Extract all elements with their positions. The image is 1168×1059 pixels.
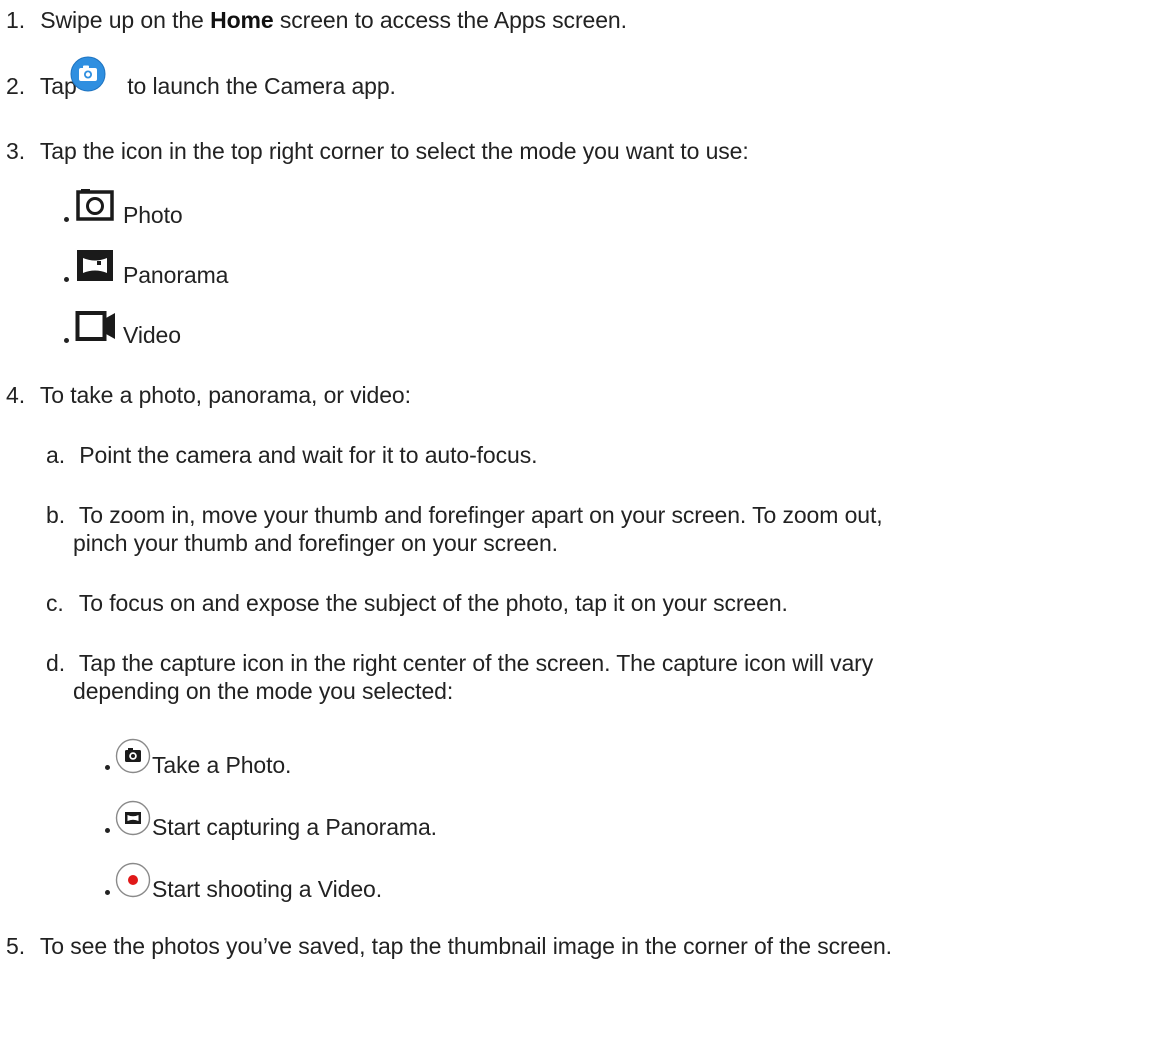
capture-label: Take a Photo. — [152, 752, 292, 778]
instructions-document: 1. Swipe up on the Home screen to access… — [0, 0, 1168, 1059]
capture-panorama-icon — [115, 800, 151, 836]
substep-text: Tap the capture icon in the right center… — [78, 650, 874, 676]
step-4: 4. To take a photo, panorama, or video: — [6, 380, 411, 410]
photo-mode-icon — [76, 189, 114, 221]
substep-d: d. Tap the capture icon in the right cen… — [46, 648, 873, 678]
capture-label: Start capturing a Panorama. — [152, 814, 437, 840]
substep-b: b. To zoom in, move your thumb and foref… — [46, 500, 883, 530]
bullet — [105, 765, 110, 770]
panorama-mode-icon — [77, 250, 113, 281]
substep-text: To focus on and expose the subject of th… — [78, 590, 788, 616]
substep-text-continued: depending on the mode you selected: — [73, 678, 454, 704]
substep-letter: d. — [46, 650, 65, 676]
step-number: 2. — [6, 73, 25, 99]
step-number: 3. — [6, 138, 25, 164]
step-text: screen to access the Apps screen. — [279, 7, 627, 33]
mode-label: Panorama — [123, 262, 229, 288]
step-text: To take a photo, panorama, or video: — [39, 382, 411, 408]
step-text: Tap the icon in the top right corner to … — [39, 138, 749, 164]
step-3: 3. Tap the icon in the top right corner … — [6, 136, 749, 166]
home-term: Home — [210, 7, 274, 33]
step-number: 1. — [6, 7, 25, 33]
step-5: 5. To see the photos you’ve saved, tap t… — [6, 931, 892, 961]
substep-text-continued: pinch your thumb and forefinger on your … — [73, 530, 558, 556]
bullet — [64, 277, 69, 282]
substep-letter: b. — [46, 502, 65, 528]
substep-text: To zoom in, move your thumb and forefing… — [78, 502, 883, 528]
capture-label: Start shooting a Video. — [152, 876, 382, 902]
record-video-icon — [115, 862, 151, 898]
bullet — [64, 338, 69, 343]
step-text: Swipe up on the — [40, 7, 204, 33]
substep-a: a. Point the camera and wait for it to a… — [46, 440, 538, 470]
bullet — [105, 890, 110, 895]
substep-c: c. To focus on and expose the subject of… — [46, 588, 788, 618]
substep-letter: c. — [46, 590, 64, 616]
substep-text: Point the camera and wait for it to auto… — [79, 442, 538, 468]
mode-label: Video — [123, 322, 181, 348]
bullet — [105, 828, 110, 833]
camera-app-icon — [70, 56, 106, 92]
mode-label: Photo — [123, 202, 183, 228]
step-2: 2. Tap to launch the Camera app. — [6, 71, 396, 101]
step-1: 1. Swipe up on the Home screen to access… — [6, 5, 627, 35]
step-text: to launch the Camera app. — [127, 73, 396, 99]
video-mode-icon — [75, 311, 115, 341]
step-text: To see the photos you’ve saved, tap the … — [39, 933, 892, 959]
capture-photo-icon — [115, 738, 151, 774]
step-number: 5. — [6, 933, 25, 959]
bullet — [64, 217, 69, 222]
substep-letter: a. — [46, 442, 65, 468]
step-number: 4. — [6, 382, 25, 408]
